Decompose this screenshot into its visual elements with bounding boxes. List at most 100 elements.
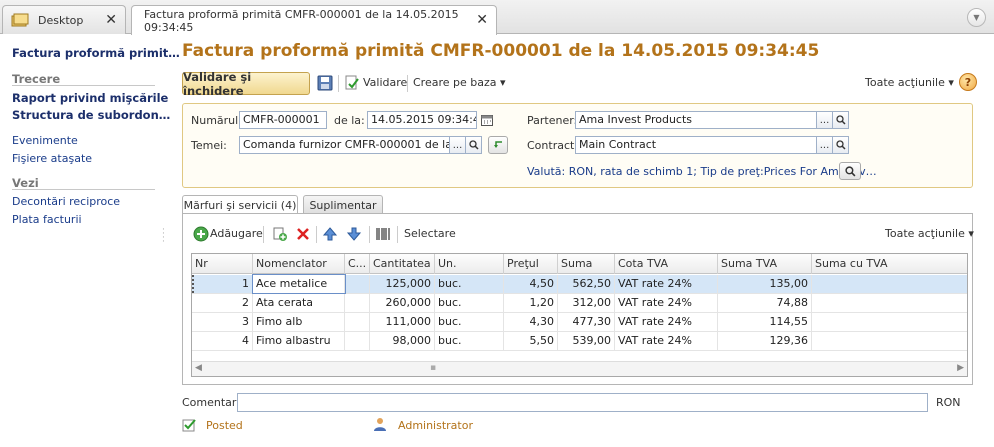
search-icon[interactable] [832,111,849,129]
column-header-vat-rate[interactable]: Cota TVA [615,254,718,274]
select-contract-button[interactable]: ... [816,136,833,154]
table-cell[interactable]: Ace metalice [252,274,346,294]
save-icon[interactable] [317,75,333,91]
post-and-close-button[interactable]: Validare şi închidere [182,70,310,98]
divider [397,226,398,243]
table-cell: Ata cerata [253,294,345,312]
document-currency: RON [936,396,961,409]
tab-desktop[interactable]: Desktop ✕ [2,5,126,34]
sidebar-item-payment[interactable]: Plata facturii [12,213,82,226]
scroll-thumb-icon[interactable]: ▪ [430,363,436,373]
column-header-unit[interactable]: Un. [435,254,504,274]
move-down-icon[interactable] [346,226,362,242]
sidebar-item-files[interactable]: Fişiere ataşate [12,152,92,165]
all-actions-label: Toate acţiunile [865,76,945,89]
column-header-item[interactable]: Nomenclator [253,254,345,274]
add-button[interactable]: Adăugare [210,227,263,240]
date-field[interactable]: 14.05.2015 09:34:45 [367,111,477,129]
table-cell: 114,55 [718,313,812,331]
divider [369,226,370,243]
tab-additional[interactable]: Suplimentar [303,195,383,214]
number-field[interactable]: CMFR-000001 [239,111,327,129]
comment-field[interactable] [237,393,928,412]
create-based-on-label: Creare pe baza [413,76,497,89]
search-icon[interactable] [465,136,482,154]
table-header: Nr Nomenclator C... Cantitatea Un. Preţu… [192,254,967,274]
delete-icon[interactable] [295,226,311,242]
sidebar-item-structure[interactable]: Structura de subordon… [12,108,170,122]
splitter-handle[interactable]: · · · · [162,226,165,247]
select-partner-button[interactable]: ... [816,111,833,129]
table-cell: VAT rate 24% [615,294,718,312]
barcode-icon[interactable] [375,226,391,242]
goods-table[interactable]: Nr Nomenclator C... Cantitatea Un. Preţu… [191,253,968,377]
post-document-icon[interactable] [344,75,360,91]
create-based-on-button[interactable]: Creare pe baza ▾ [413,76,506,89]
table-cell [345,332,370,350]
divider [12,85,155,86]
fill-from-basis-icon[interactable] [488,136,508,154]
table-cell: 4,50 [504,275,558,293]
document-header: Numărul: CMFR-000001 de la: 14.05.2015 0… [182,103,973,188]
partner-field[interactable]: Ama Invest Products [575,111,817,129]
table-row[interactable]: 4 Fimo albastru 98,000 buc. 5,50 539,00 … [192,332,967,351]
contract-label: Contract: [527,139,579,152]
table-row[interactable]: 3 Fimo alb 111,000 buc. 4,30 477,30 VAT … [192,313,967,332]
all-actions-button[interactable]: Toate acţiunile ▾ [865,76,954,89]
column-header-quantity[interactable]: Cantitatea [370,254,435,274]
goods-all-actions-button[interactable]: Toate acţiunile ▾ [885,227,974,240]
table-cell: VAT rate 24% [615,313,718,331]
table-cell: 1 [192,275,253,293]
sidebar: Factura proformă primit… Trecere Raport … [0,35,180,447]
scroll-right-icon[interactable]: ▶ [957,363,964,373]
table-cell: buc. [435,313,504,331]
horizontal-scrollbar[interactable]: ◀ ▪ ▶ [192,361,967,376]
sidebar-item-events[interactable]: Evenimente [12,134,78,147]
column-header-sum[interactable]: Suma [558,254,615,274]
table-cell [812,332,967,350]
table-cell [812,294,967,312]
move-up-icon[interactable] [322,226,338,242]
tab-invoice[interactable]: Factura proformă primită CMFR-000001 de … [131,5,497,35]
partner-label: Partener: [527,114,578,127]
tab-invoice-label: Factura proformă primită CMFR-000001 de … [144,7,459,34]
add-icon[interactable] [193,226,209,242]
close-icon[interactable]: ✕ [476,12,488,28]
tab-goods-services[interactable]: Mărfuri şi servicii (4) [182,195,298,215]
help-button[interactable]: ? [959,73,977,91]
column-header-characteristic[interactable]: C... [345,254,370,274]
sidebar-item-movements[interactable]: Raport privind mişcările [12,91,168,105]
currency-price-link[interactable]: Valută: RON, rata de schimb 1; Tip de pr… [527,165,877,178]
table-cell: 4,30 [504,313,558,331]
sidebar-item-current[interactable]: Factura proformă primit… [12,46,180,60]
table-cell: buc. [435,294,504,312]
column-header-nr[interactable]: Nr [192,254,253,274]
table-cell: Fimo alb [253,313,345,331]
search-icon[interactable] [839,162,861,180]
table-row[interactable]: 2 Ata cerata 260,000 buc. 1,20 312,00 VA… [192,294,967,313]
table-row[interactable]: 1 Ace metalice 125,000 buc. 4,50 562,50 … [192,274,967,294]
copy-icon[interactable] [272,226,288,242]
goods-all-actions-label: Toate acţiunile [885,227,965,240]
table-cell: 260,000 [370,294,435,312]
basis-field[interactable]: Comanda furnizor CMFR-000001 de la 01.0 [239,136,450,154]
select-items-button[interactable]: Selectare [404,227,456,240]
search-icon[interactable] [832,136,849,154]
table-cell: 135,00 [718,275,812,293]
sidebar-item-settlements[interactable]: Decontări reciproce [12,195,120,208]
calendar-icon[interactable] [478,111,495,129]
table-cell [812,313,967,331]
column-header-price[interactable]: Preţul [504,254,558,274]
column-header-total[interactable]: Suma cu TVA [812,254,967,274]
column-header-vat-sum[interactable]: Suma TVA [718,254,812,274]
scroll-left-icon[interactable]: ◀ [195,363,202,373]
table-cell: buc. [435,332,504,350]
select-basis-button[interactable]: ... [449,136,466,154]
chevron-down-icon[interactable]: ▼ [967,8,986,27]
contract-field[interactable]: Main Contract [575,136,817,154]
table-cell: buc. [435,275,504,293]
close-icon[interactable]: ✕ [105,12,117,28]
page-title: Factura proformă primită CMFR-000001 de … [182,41,820,61]
table-cell [345,275,370,293]
post-button[interactable]: Validare [363,76,407,89]
